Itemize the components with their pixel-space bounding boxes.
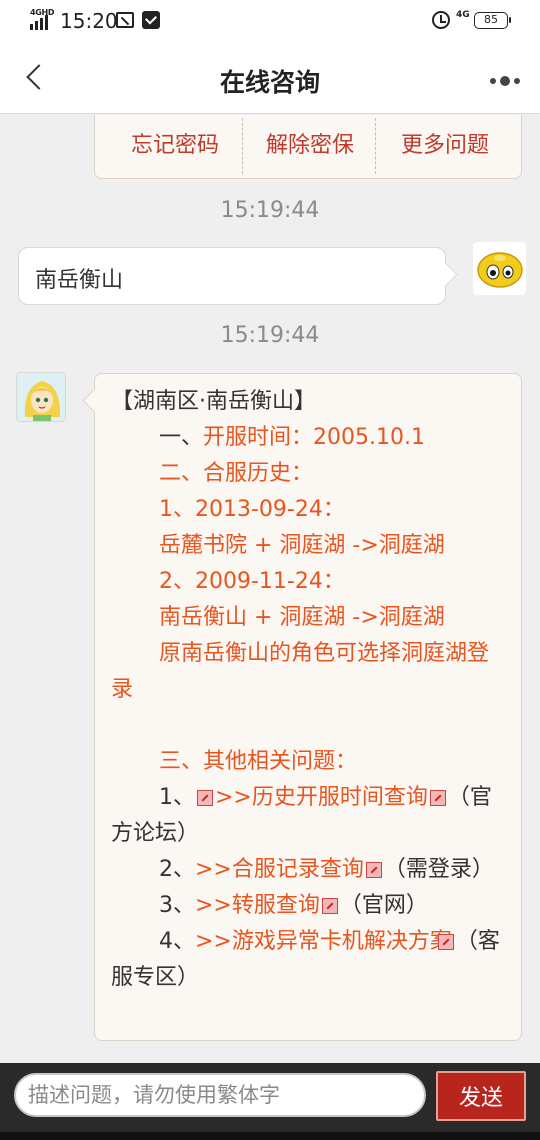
support-message-bubble: 【湖南区·南岳衡山】 一、开服时间：2005.10.1 二、合服历史： 1、20… (94, 373, 522, 1041)
message-input[interactable] (14, 1073, 426, 1117)
alarm-icon (432, 11, 450, 29)
signal-icon: 4GHD (30, 8, 55, 30)
user-message-text: 南岳衡山 (35, 268, 124, 293)
external-link-icon (321, 898, 338, 914)
message-timestamp: 15:19:44 (220, 323, 320, 348)
reply-link-line: 1、 >>历史开服时间查询 （官方论坛） (111, 785, 492, 846)
mobile-data-indicator: 4G (456, 10, 470, 20)
external-link-icon (197, 790, 213, 806)
remove-security-button[interactable]: 解除密保 (240, 122, 380, 170)
system-nav-strip (0, 1132, 540, 1140)
game-lag-solution-link[interactable]: >>游戏异常卡机解决方案 (195, 929, 452, 954)
reply-line: 岳麓书院 + 洞庭湖 ->洞庭湖 (159, 533, 445, 558)
reply-link-line: 3、>>转服查询 （官网） (159, 893, 428, 918)
reply-line: 二、合服历史： (159, 461, 314, 486)
quick-actions-panel: 忘记密码 解除密保 更多问题 (94, 115, 522, 179)
message-timestamp: 15:19:44 (220, 198, 320, 223)
reply-heading: 【湖南区·南岳衡山】 (111, 389, 316, 414)
support-avatar[interactable] (16, 372, 66, 422)
nav-bar: 在线咨询 (0, 44, 540, 114)
user-avatar[interactable] (473, 242, 526, 295)
screenshot-notification-icon (116, 12, 134, 28)
more-questions-button[interactable]: 更多问题 (375, 122, 515, 170)
reply-line: 南岳衡山 + 洞庭湖 ->洞庭湖 (159, 605, 445, 630)
status-time: 15:20 (60, 9, 118, 33)
page-title: 在线咨询 (219, 68, 320, 97)
reply-link-line: 2、>>合服记录查询 （需登录） (159, 857, 494, 882)
forgot-password-button[interactable]: 忘记密码 (105, 122, 245, 170)
message-notification-icon (142, 11, 160, 29)
chat-area[interactable]: 忘记密码 解除密保 更多问题 15:19:44 南岳衡山 15:19:44 【湖… (0, 115, 540, 1063)
external-link-icon (365, 862, 382, 878)
merge-record-link[interactable]: >>合服记录查询 (195, 857, 364, 882)
message-input-bar: 发送 (0, 1063, 540, 1140)
more-options-icon[interactable] (488, 76, 524, 88)
user-message-bubble: 南岳衡山 (18, 247, 446, 305)
status-bar: 4GHD 15:20 4G 85 (0, 0, 540, 44)
reply-line: 1、2013-09-24： (159, 497, 345, 522)
external-link-icon (429, 790, 446, 806)
server-transfer-link[interactable]: >>转服查询 (195, 893, 320, 918)
reply-link-line: 4、>>游戏异常卡机解决方案 （客服专区） (111, 929, 500, 990)
reply-line: 原南岳衡山的角色可选择洞庭湖登录 (111, 641, 490, 702)
history-server-time-link[interactable]: >>历史开服时间查询 (215, 785, 428, 810)
external-link-icon (437, 934, 454, 950)
network-type: 4GHD (30, 8, 55, 17)
reply-line: 一、开服时间：2005.10.1 (159, 425, 425, 450)
reply-line: 2、2009-11-24： (159, 569, 345, 594)
send-button[interactable]: 发送 (436, 1071, 526, 1121)
reply-line: 三、其他相关问题： (159, 749, 358, 774)
battery-icon: 85 (474, 12, 511, 29)
